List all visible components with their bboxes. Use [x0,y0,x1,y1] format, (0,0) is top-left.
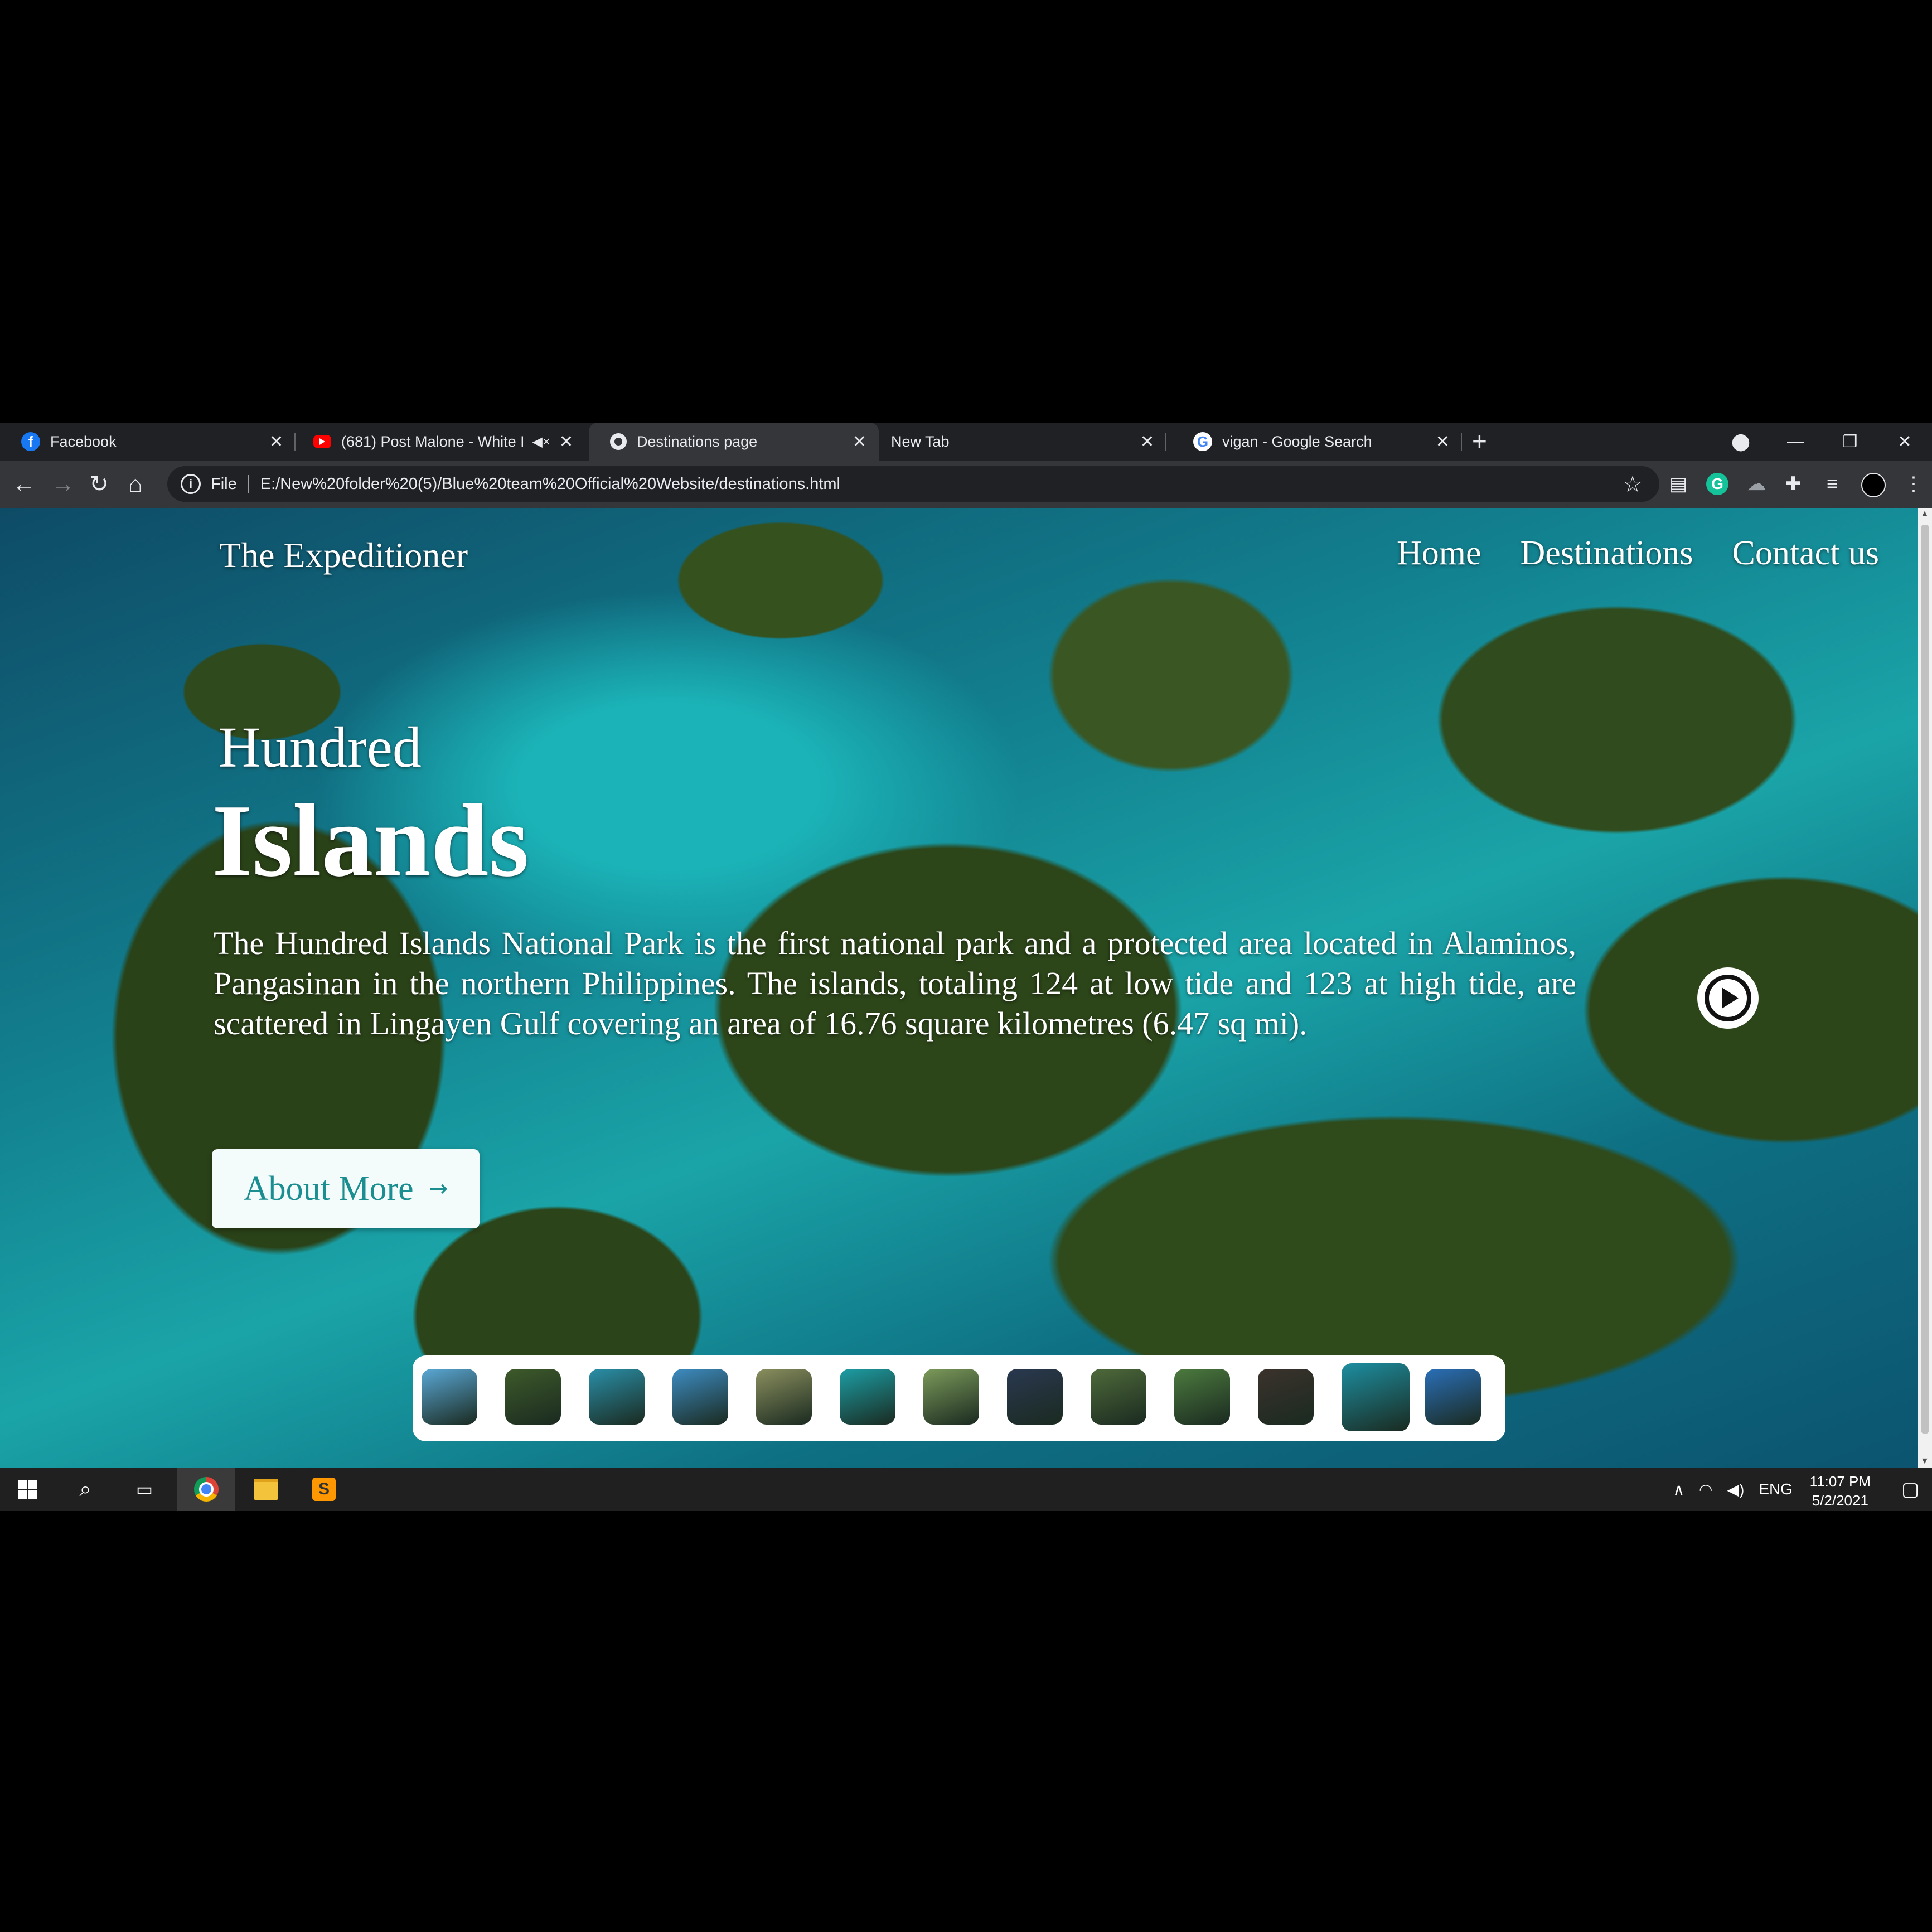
close-icon[interactable]: ✕ [853,432,866,452]
clock[interactable]: 11:07 PM 5/2/2021 [1810,1472,1871,1510]
destination-thumbnail[interactable] [1091,1369,1146,1425]
grammarly-icon[interactable]: G [1706,473,1728,495]
main-nav: Home Destinations Contact us [1397,534,1918,573]
clock-date: 5/2/2021 [1812,1492,1868,1509]
puzzle-icon[interactable]: ✚ [1782,473,1804,495]
forward-icon[interactable]: → [51,469,75,498]
address-bar[interactable]: i File E:/New%20folder%20(5)/Blue%20team… [167,466,1659,502]
play-icon [1705,975,1751,1021]
about-more-button[interactable]: About More → [212,1149,480,1228]
destination-thumbnail[interactable] [756,1369,812,1425]
scroll-down-icon[interactable]: ▼ [1920,1456,1929,1466]
browser-toolbar: ← → ↻ ⌂ i File E:/New%20folder%20(5)/Blu… [0,461,1932,508]
hero-title-line1: Hundred [219,715,422,779]
tab-title: Destinations page [637,433,758,450]
nav-home[interactable]: Home [1397,534,1481,573]
system-tray: ∧ ◠ ◀) ENG [1659,1468,1793,1511]
destination-thumbnail-strip [413,1355,1505,1441]
extension-icon[interactable]: ▤ [1667,473,1689,495]
tab-destinations[interactable]: Destinations page ✕ [589,423,879,461]
tab-new-tab[interactable]: New Tab ✕ [882,423,1166,461]
google-icon: G [1193,432,1212,451]
tab-youtube[interactable]: (681) Post Malone - White Iv ◀× ✕ [301,423,585,461]
destination-thumbnail[interactable] [422,1369,477,1425]
facebook-icon: f [21,432,40,451]
scrollbar[interactable]: ▲ ▼ [1918,508,1932,1468]
tab-google-search[interactable]: G vigan - Google Search ✕ [1172,423,1462,461]
file-explorer-icon[interactable] [239,1468,293,1511]
close-window-button[interactable]: ✕ [1877,432,1932,452]
chrome-taskbar-icon[interactable] [177,1468,235,1511]
tab-separator [1165,433,1166,451]
about-more-label: About More [243,1169,414,1208]
globe-icon [610,433,627,450]
destination-thumbnail[interactable] [589,1369,645,1425]
url-text[interactable]: E:/New%20folder%20(5)/Blue%20team%20Offi… [260,475,840,493]
destination-thumbnail[interactable] [840,1369,895,1425]
network-icon[interactable]: ◠ [1699,1480,1712,1499]
tab-search-icon[interactable]: ⬤ [1713,432,1768,452]
chevron-up-icon[interactable]: ∧ [1673,1480,1685,1499]
hero-title-line2: Islands [212,783,529,898]
destination-thumbnail[interactable] [1258,1369,1314,1425]
scheme-label: File [211,474,237,493]
windows-start-icon[interactable] [0,1468,55,1511]
clock-time: 11:07 PM [1809,1473,1871,1490]
hero-description: The Hundred Islands National Park is the… [214,925,1576,1042]
destination-thumbnail[interactable] [1342,1363,1410,1431]
youtube-icon [313,435,331,448]
speaker-muted-icon[interactable]: ◀× [532,434,550,450]
close-icon[interactable]: ✕ [559,432,573,452]
media-control-icon[interactable]: ≡ [1821,473,1843,495]
volume-icon[interactable]: ◀) [1727,1480,1744,1499]
tab-title: Facebook [50,433,117,450]
tab-title: (681) Post Malone - White Iv [341,433,524,450]
destination-thumbnail[interactable] [1007,1369,1063,1425]
site-logo[interactable]: The Expeditioner [219,535,468,576]
extension-cloud-icon[interactable]: ☁ [1745,473,1768,495]
reload-icon[interactable]: ↻ [89,469,109,498]
search-icon[interactable]: ⌕ [58,1468,113,1511]
destination-thumbnail[interactable] [923,1369,979,1425]
play-video-button[interactable] [1697,967,1759,1029]
tab-separator [294,433,296,451]
destination-thumbnail[interactable] [1425,1369,1481,1425]
tab-title: New Tab [891,433,950,450]
close-icon[interactable]: ✕ [1140,432,1154,452]
tab-title: vigan - Google Search [1222,433,1372,450]
info-icon[interactable]: i [181,474,201,494]
new-tab-button[interactable]: + [1472,426,1487,456]
back-icon[interactable]: ← [12,469,36,498]
scrollbar-thumb[interactable] [1921,525,1929,1434]
sublime-text-icon[interactable]: S [297,1468,351,1511]
close-icon[interactable]: ✕ [1436,432,1450,452]
bookmark-star-icon[interactable]: ☆ [1623,472,1643,497]
tab-facebook[interactable]: f Facebook ✕ [0,423,296,461]
restore-button[interactable]: ❐ [1823,432,1877,452]
destination-thumbnail[interactable] [672,1369,728,1425]
destination-thumbnail[interactable] [505,1369,561,1425]
notification-icon[interactable]: ▢ [1889,1468,1932,1511]
destination-thumbnail[interactable] [1174,1369,1230,1425]
avatar[interactable] [1861,473,1886,497]
menu-kebab-icon[interactable]: ⋮ [1902,473,1925,495]
tab-strip: f Facebook ✕ (681) Post Malone - White I… [0,423,1932,461]
divider [248,475,249,493]
task-view-icon[interactable]: ▭ [117,1468,172,1511]
minimize-button[interactable]: — [1768,432,1823,451]
nav-contact-us[interactable]: Contact us [1732,534,1879,573]
tab-separator [1461,433,1462,451]
nav-destinations[interactable]: Destinations [1521,534,1693,573]
page-viewport: The Expeditioner Home Destinations Conta… [0,508,1918,1468]
home-icon[interactable]: ⌂ [128,469,142,498]
language-indicator[interactable]: ENG [1759,1480,1793,1498]
window-controls: ⬤ — ❐ ✕ [1713,423,1932,461]
scroll-up-icon[interactable]: ▲ [1920,509,1929,519]
close-icon[interactable]: ✕ [269,432,283,452]
arrow-right-icon: → [429,1176,448,1202]
windows-taskbar: ⌕ ▭ S ∧ ◠ ◀) ENG 11:07 PM 5/2/2021 ▢ [0,1468,1932,1511]
